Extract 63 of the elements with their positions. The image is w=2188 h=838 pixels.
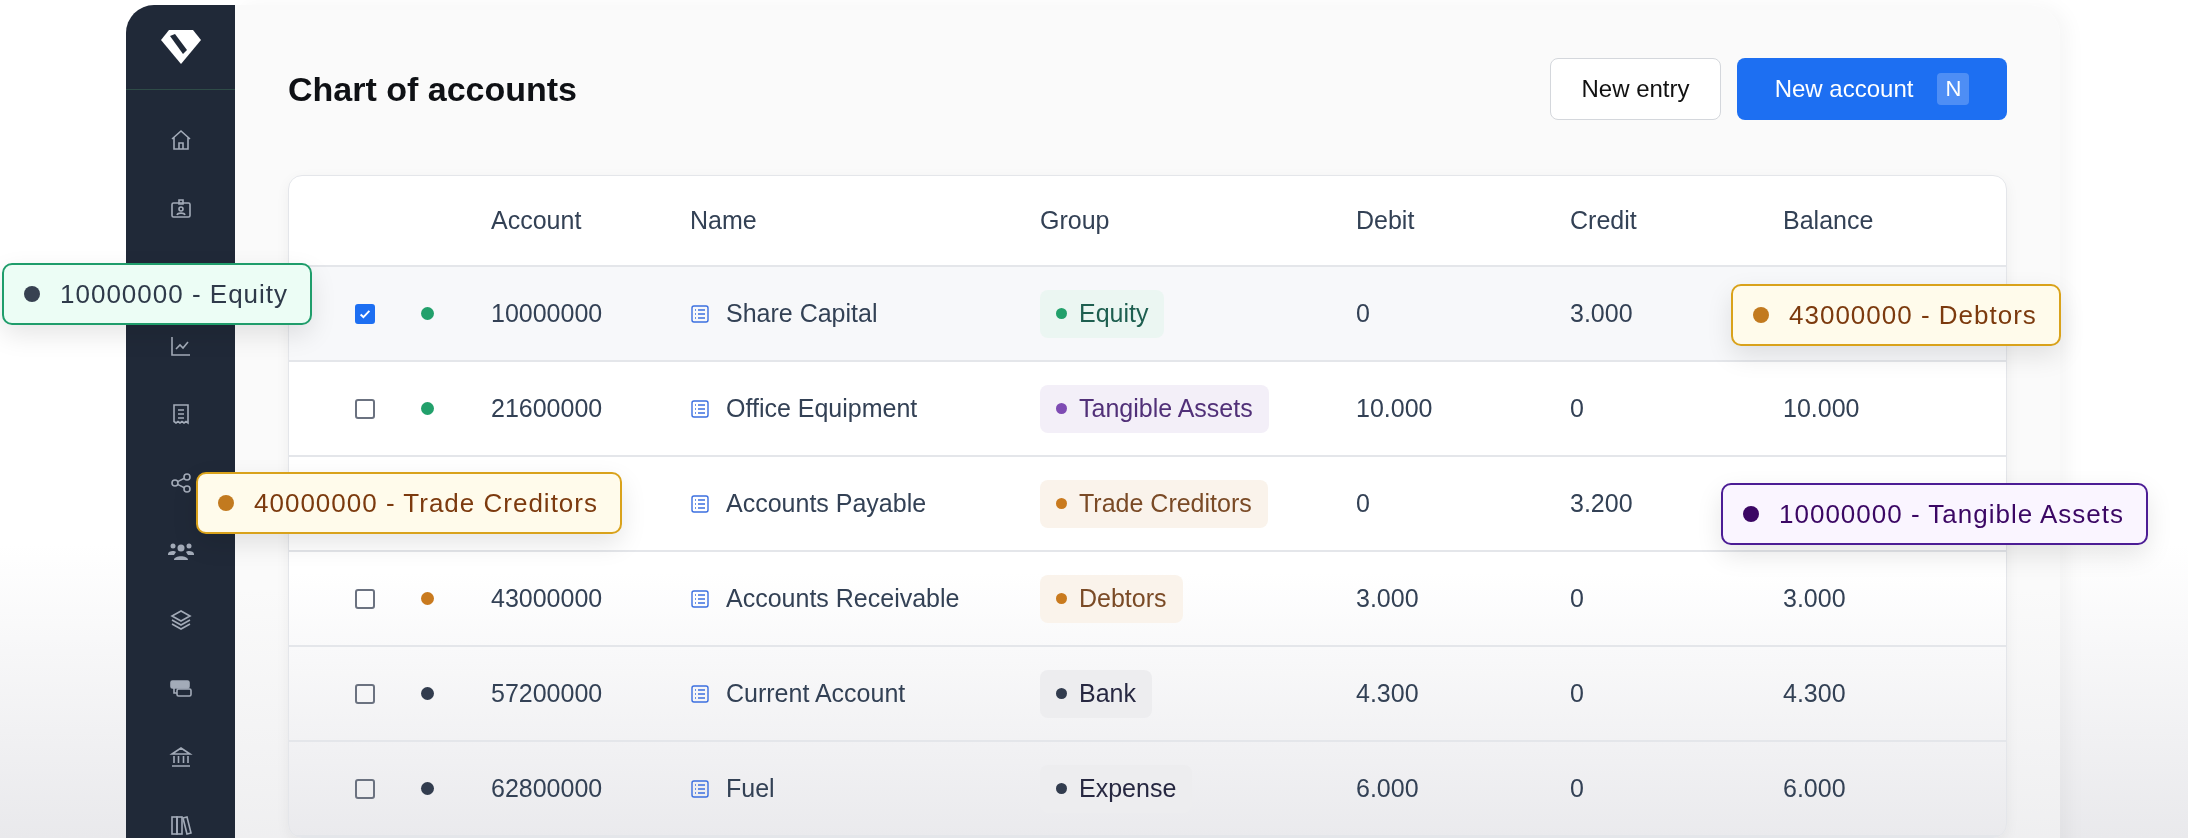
group-tag: Tangible Assets — [1040, 384, 1269, 433]
debit-amount: 3.000 — [1356, 584, 1419, 612]
row-checkbox[interactable] — [355, 683, 375, 704]
debit-amount: 4.300 — [1356, 679, 1419, 707]
balance-amount: 4.300 — [1783, 679, 1846, 707]
balance-amount: 6.000 — [1783, 774, 1846, 802]
account-number: 43000000 — [491, 584, 603, 612]
layers-icon[interactable] — [168, 607, 193, 632]
column-header: Name — [690, 206, 758, 235]
account-name: Office Equipment — [726, 394, 918, 423]
new-account-button[interactable]: New account N — [1737, 58, 2007, 120]
page-title: Chart of accounts — [288, 69, 578, 109]
list-icon — [690, 398, 710, 419]
group-tag: Trade Creditors — [1040, 479, 1268, 528]
column-header: Group — [1040, 206, 1111, 235]
new-entry-button[interactable]: New entry — [1550, 58, 1721, 120]
credit-amount: 3.200 — [1570, 489, 1633, 517]
credit-amount: 0 — [1570, 679, 1584, 707]
group-tag: Equity — [1040, 289, 1165, 338]
row-checkbox[interactable] — [355, 398, 375, 419]
account-name: Current Account — [726, 679, 906, 708]
bank-icon[interactable] — [168, 744, 193, 769]
account-number: 10000000 — [491, 299, 603, 327]
column-header: Credit — [1570, 206, 1638, 235]
drag-chip[interactable]: 10000000 - Equity — [2, 263, 313, 325]
row-checkbox[interactable] — [355, 588, 375, 609]
credit-amount: 0 — [1570, 584, 1584, 612]
list-icon — [690, 588, 710, 609]
list-icon — [690, 778, 710, 799]
drag-chip[interactable]: 10000000 - Tangible Assets — [1721, 483, 2148, 545]
list-icon — [690, 683, 710, 704]
debit-amount: 0 — [1356, 299, 1370, 327]
credit-amount: 3.000 — [1570, 299, 1633, 327]
id-card-icon[interactable] — [168, 196, 193, 221]
credit-amount: 0 — [1570, 774, 1584, 802]
balance-amount: 10.000 — [1783, 394, 1860, 422]
column-header: Account — [491, 206, 583, 235]
logo-icon[interactable] — [160, 30, 201, 64]
account-name: Accounts Payable — [726, 489, 927, 518]
column-header: Debit — [1356, 206, 1416, 235]
account-name: Share Capital — [726, 299, 878, 328]
debit-amount: 0 — [1356, 489, 1370, 517]
drag-chip[interactable]: 43000000 - Debtors — [1731, 284, 2061, 346]
column-header: Balance — [1783, 206, 1875, 235]
credit-amount: 0 — [1570, 394, 1584, 422]
account-name: Accounts Receivable — [726, 584, 960, 613]
debit-amount: 6.000 — [1356, 774, 1419, 802]
shortcut-key: N — [1937, 73, 1970, 105]
debit-amount: 10.000 — [1356, 394, 1433, 422]
share-icon[interactable] — [168, 470, 193, 495]
group-tag: Bank — [1040, 669, 1152, 718]
account-number: 21600000 — [491, 394, 603, 422]
books-icon[interactable] — [168, 813, 193, 838]
list-icon — [690, 303, 710, 324]
drag-chip[interactable]: 40000000 - Trade Creditors — [196, 472, 622, 534]
row-checkbox[interactable] — [355, 778, 375, 799]
account-number: 62800000 — [491, 774, 603, 802]
account-number: 57200000 — [491, 679, 603, 707]
group-tag: Debtors — [1040, 574, 1183, 623]
balance-amount: 3.000 — [1783, 584, 1846, 612]
account-name: Fuel — [726, 774, 775, 803]
row-checkbox[interactable] — [355, 303, 375, 324]
list-icon — [690, 493, 710, 514]
